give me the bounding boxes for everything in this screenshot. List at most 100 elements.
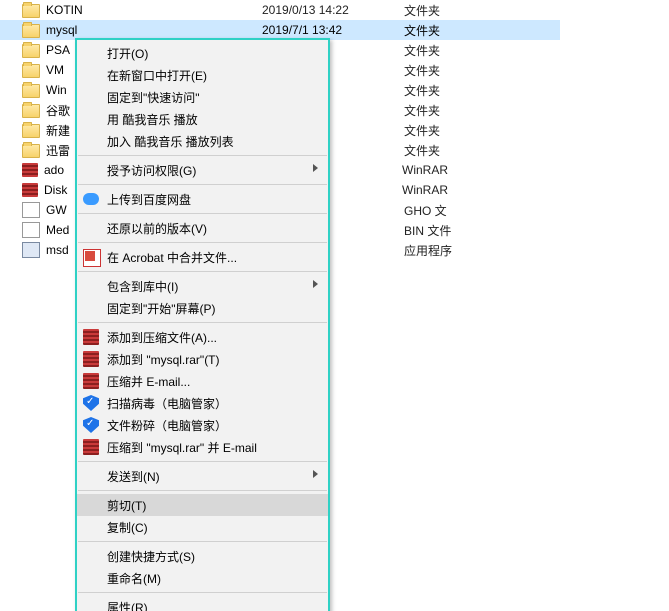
chevron-right-icon (313, 164, 318, 172)
file-name: mysql (46, 23, 262, 37)
file-row[interactable]: KOTIN2019/0/13 14:22文件夹 (0, 0, 560, 20)
menu-compress-email[interactable]: 压缩并 E-mail... (77, 370, 328, 392)
menu-label: 复制(C) (107, 519, 310, 536)
file-type: 文件夹 (404, 62, 484, 79)
menu-acrobat-combine[interactable]: 在 Acrobat 中合并文件... (77, 246, 328, 268)
shield-icon (83, 395, 99, 411)
folder-icon (22, 64, 40, 78)
exe-icon (22, 242, 40, 258)
file-type: 文件夹 (404, 42, 484, 59)
pdf-icon (83, 249, 101, 267)
menu-label: 压缩并 E-mail... (107, 373, 310, 390)
menu-kuwo-add-playlist[interactable]: 加入 酷我音乐 播放列表 (77, 130, 328, 152)
menu-include-library[interactable]: 包含到库中(I) (77, 275, 328, 297)
archive-icon (22, 163, 38, 177)
menu-separator (78, 271, 327, 272)
file-type: 文件夹 (404, 102, 484, 119)
folder-icon (22, 4, 40, 18)
cloud-icon (83, 193, 99, 205)
menu-label: 属性(R) (107, 599, 310, 611)
folder-icon (22, 44, 40, 58)
shield-icon (83, 417, 99, 433)
menu-label: 加入 酷我音乐 播放列表 (107, 133, 310, 150)
menu-separator (78, 213, 327, 214)
menu-label: 文件粉碎（电脑管家） (107, 417, 310, 434)
menu-label: 打开(O) (107, 45, 310, 62)
file-type: 文件夹 (404, 2, 484, 19)
menu-separator (78, 155, 327, 156)
menu-cut[interactable]: 剪切(T) (77, 494, 328, 516)
archive-icon (83, 373, 99, 389)
file-type: WinRAR (402, 163, 482, 177)
chevron-right-icon (313, 280, 318, 288)
file-type: 文件夹 (404, 122, 484, 139)
menu-send-to[interactable]: 发送到(N) (77, 465, 328, 487)
menu-compress-and-email[interactable]: 压缩到 "mysql.rar" 并 E-mail (77, 436, 328, 458)
menu-grant-access[interactable]: 授予访问权限(G) (77, 159, 328, 181)
menu-label: 扫描病毒（电脑管家） (107, 395, 310, 412)
folder-icon (22, 24, 40, 38)
menu-label: 重命名(M) (107, 570, 310, 587)
menu-label: 还原以前的版本(V) (107, 220, 310, 237)
file-type: 文件夹 (404, 142, 484, 159)
folder-icon (22, 104, 40, 118)
menu-add-to-archive[interactable]: 添加到压缩文件(A)... (77, 326, 328, 348)
menu-separator (78, 242, 327, 243)
menu-scan-virus[interactable]: 扫描病毒（电脑管家） (77, 392, 328, 414)
menu-label: 在 Acrobat 中合并文件... (107, 249, 310, 266)
menu-separator (78, 184, 327, 185)
file-row[interactable]: mysql2019/7/1 13:42文件夹 (0, 20, 560, 40)
archive-icon (22, 183, 38, 197)
archive-icon (83, 439, 99, 455)
menu-label: 固定到"开始"屏幕(P) (107, 300, 310, 317)
menu-label: 用 酷我音乐 播放 (107, 111, 310, 128)
file-type: WinRAR (402, 183, 482, 197)
archive-icon (83, 351, 99, 367)
menu-copy[interactable]: 复制(C) (77, 516, 328, 538)
folder-icon (22, 84, 40, 98)
menu-label: 发送到(N) (107, 468, 310, 485)
folder-icon (22, 144, 40, 158)
menu-label: 添加到 "mysql.rar"(T) (107, 351, 310, 368)
menu-pin-quick-access[interactable]: 固定到"快速访问" (77, 86, 328, 108)
menu-label: 创建快捷方式(S) (107, 548, 310, 565)
menu-restore-previous[interactable]: 还原以前的版本(V) (77, 217, 328, 239)
menu-upload-baidu[interactable]: 上传到百度网盘 (77, 188, 328, 210)
menu-kuwo-play[interactable]: 用 酷我音乐 播放 (77, 108, 328, 130)
file-date: 2019/7/1 13:42 (262, 23, 404, 37)
menu-label: 上传到百度网盘 (107, 191, 310, 208)
menu-create-shortcut[interactable]: 创建快捷方式(S) (77, 545, 328, 567)
menu-properties[interactable]: 属性(R) (77, 596, 328, 611)
file-date: 2019/0/13 14:22 (262, 3, 404, 17)
menu-file-shred[interactable]: 文件粉碎（电脑管家） (77, 414, 328, 436)
menu-label: 授予访问权限(G) (107, 162, 310, 179)
menu-separator (78, 592, 327, 593)
file-name: KOTIN (46, 3, 262, 17)
file-type: 文件夹 (404, 22, 484, 39)
menu-label: 包含到库中(I) (107, 278, 310, 295)
file-icon (22, 222, 40, 238)
archive-icon (83, 329, 99, 345)
menu-separator (78, 541, 327, 542)
menu-separator (78, 490, 327, 491)
menu-label: 固定到"快速访问" (107, 89, 310, 106)
context-menu: 打开(O) 在新窗口中打开(E) 固定到"快速访问" 用 酷我音乐 播放 加入 … (75, 38, 330, 611)
menu-separator (78, 322, 327, 323)
menu-add-to-mysql-rar[interactable]: 添加到 "mysql.rar"(T) (77, 348, 328, 370)
file-icon (22, 202, 40, 218)
chevron-right-icon (313, 470, 318, 478)
menu-label: 剪切(T) (107, 497, 310, 514)
menu-pin-start[interactable]: 固定到"开始"屏幕(P) (77, 297, 328, 319)
menu-label: 添加到压缩文件(A)... (107, 329, 310, 346)
menu-open[interactable]: 打开(O) (77, 42, 328, 64)
menu-label: 在新窗口中打开(E) (107, 67, 310, 84)
file-type: GHO 文 (404, 202, 484, 219)
menu-label: 压缩到 "mysql.rar" 并 E-mail (107, 439, 310, 456)
folder-icon (22, 124, 40, 138)
file-type: 文件夹 (404, 82, 484, 99)
file-type: 应用程序 (404, 242, 484, 259)
file-type: BIN 文件 (404, 222, 484, 239)
menu-rename[interactable]: 重命名(M) (77, 567, 328, 589)
menu-open-new-window[interactable]: 在新窗口中打开(E) (77, 64, 328, 86)
menu-separator (78, 461, 327, 462)
